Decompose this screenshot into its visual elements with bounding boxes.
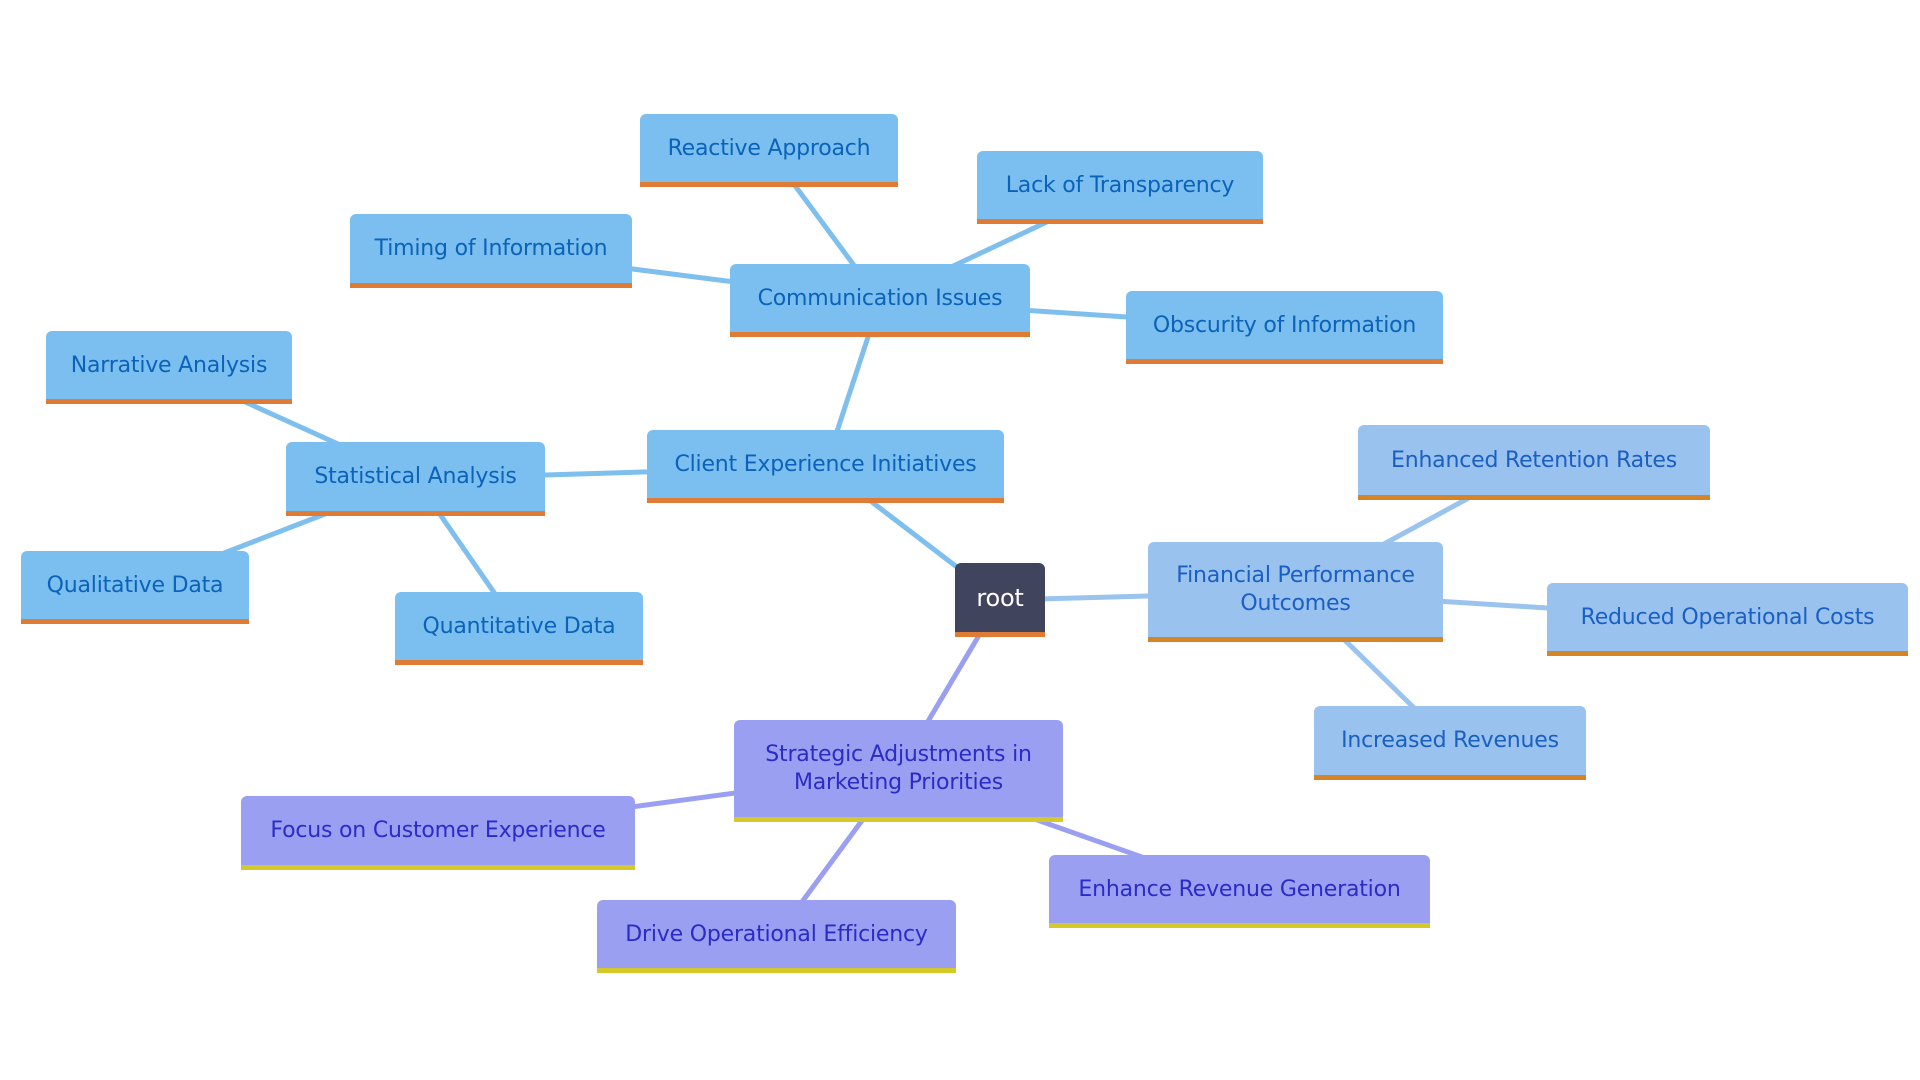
node-drive-operational-efficiency[interactable]: Drive Operational Efficiency — [597, 900, 956, 973]
node-label: Enhance Revenue Generation — [1078, 876, 1401, 902]
node-strategic-adjustments[interactable]: Strategic Adjustments in Marketing Prior… — [734, 720, 1063, 822]
node-client-experience-initiatives[interactable]: Client Experience Initiatives — [647, 430, 1004, 503]
node-label: Lack of Transparency — [1005, 172, 1235, 198]
node-focus-on-customer-experience[interactable]: Focus on Customer Experience — [241, 796, 635, 870]
node-reactive-approach[interactable]: Reactive Approach — [640, 114, 898, 187]
node-financial-performance-outcomes[interactable]: Financial Performance Outcomes — [1148, 542, 1443, 642]
node-label: Quantitative Data — [422, 613, 616, 639]
node-label: Communication Issues — [757, 285, 1003, 311]
node-timing-of-information[interactable]: Timing of Information — [350, 214, 632, 288]
node-label: Focus on Customer Experience — [270, 818, 606, 843]
node-label: Enhanced Retention Rates — [1391, 447, 1677, 473]
node-root[interactable]: root — [955, 563, 1045, 637]
node-label: root — [976, 584, 1024, 612]
node-label: Reactive Approach — [667, 135, 871, 161]
node-label: Statistical Analysis — [314, 464, 517, 489]
node-label: Increased Revenues — [1341, 728, 1559, 753]
node-label: Reduced Operational Costs — [1580, 604, 1875, 630]
node-obscurity-of-information[interactable]: Obscurity of Information — [1126, 291, 1443, 364]
node-statistical-analysis[interactable]: Statistical Analysis — [286, 442, 545, 516]
node-label: Qualitative Data — [46, 572, 224, 598]
node-qualitative-data[interactable]: Qualitative Data — [21, 551, 249, 624]
node-reduced-operational-costs[interactable]: Reduced Operational Costs — [1547, 583, 1908, 656]
node-label-line1: Financial Performance — [1176, 563, 1415, 588]
node-communication-issues[interactable]: Communication Issues — [730, 264, 1030, 337]
node-label: Obscurity of Information — [1152, 312, 1417, 338]
node-label: Narrative Analysis — [70, 352, 268, 378]
node-label-line2: Outcomes — [1240, 591, 1351, 616]
node-enhance-revenue-generation[interactable]: Enhance Revenue Generation — [1049, 855, 1430, 928]
node-lack-of-transparency[interactable]: Lack of Transparency — [977, 151, 1263, 224]
node-label: Drive Operational Efficiency — [625, 921, 928, 947]
node-narrative-analysis[interactable]: Narrative Analysis — [46, 331, 292, 404]
node-label: Timing of Information — [374, 236, 608, 261]
node-label-line1: Strategic Adjustments in — [765, 742, 1032, 767]
node-label-line2: Marketing Priorities — [793, 770, 1004, 795]
mindmap-edges — [134, 149, 1728, 938]
node-enhanced-retention-rates[interactable]: Enhanced Retention Rates — [1358, 425, 1710, 500]
node-quantitative-data[interactable]: Quantitative Data — [395, 592, 643, 665]
node-label: Client Experience Initiatives — [674, 451, 977, 477]
node-increased-revenues[interactable]: Increased Revenues — [1314, 706, 1586, 780]
